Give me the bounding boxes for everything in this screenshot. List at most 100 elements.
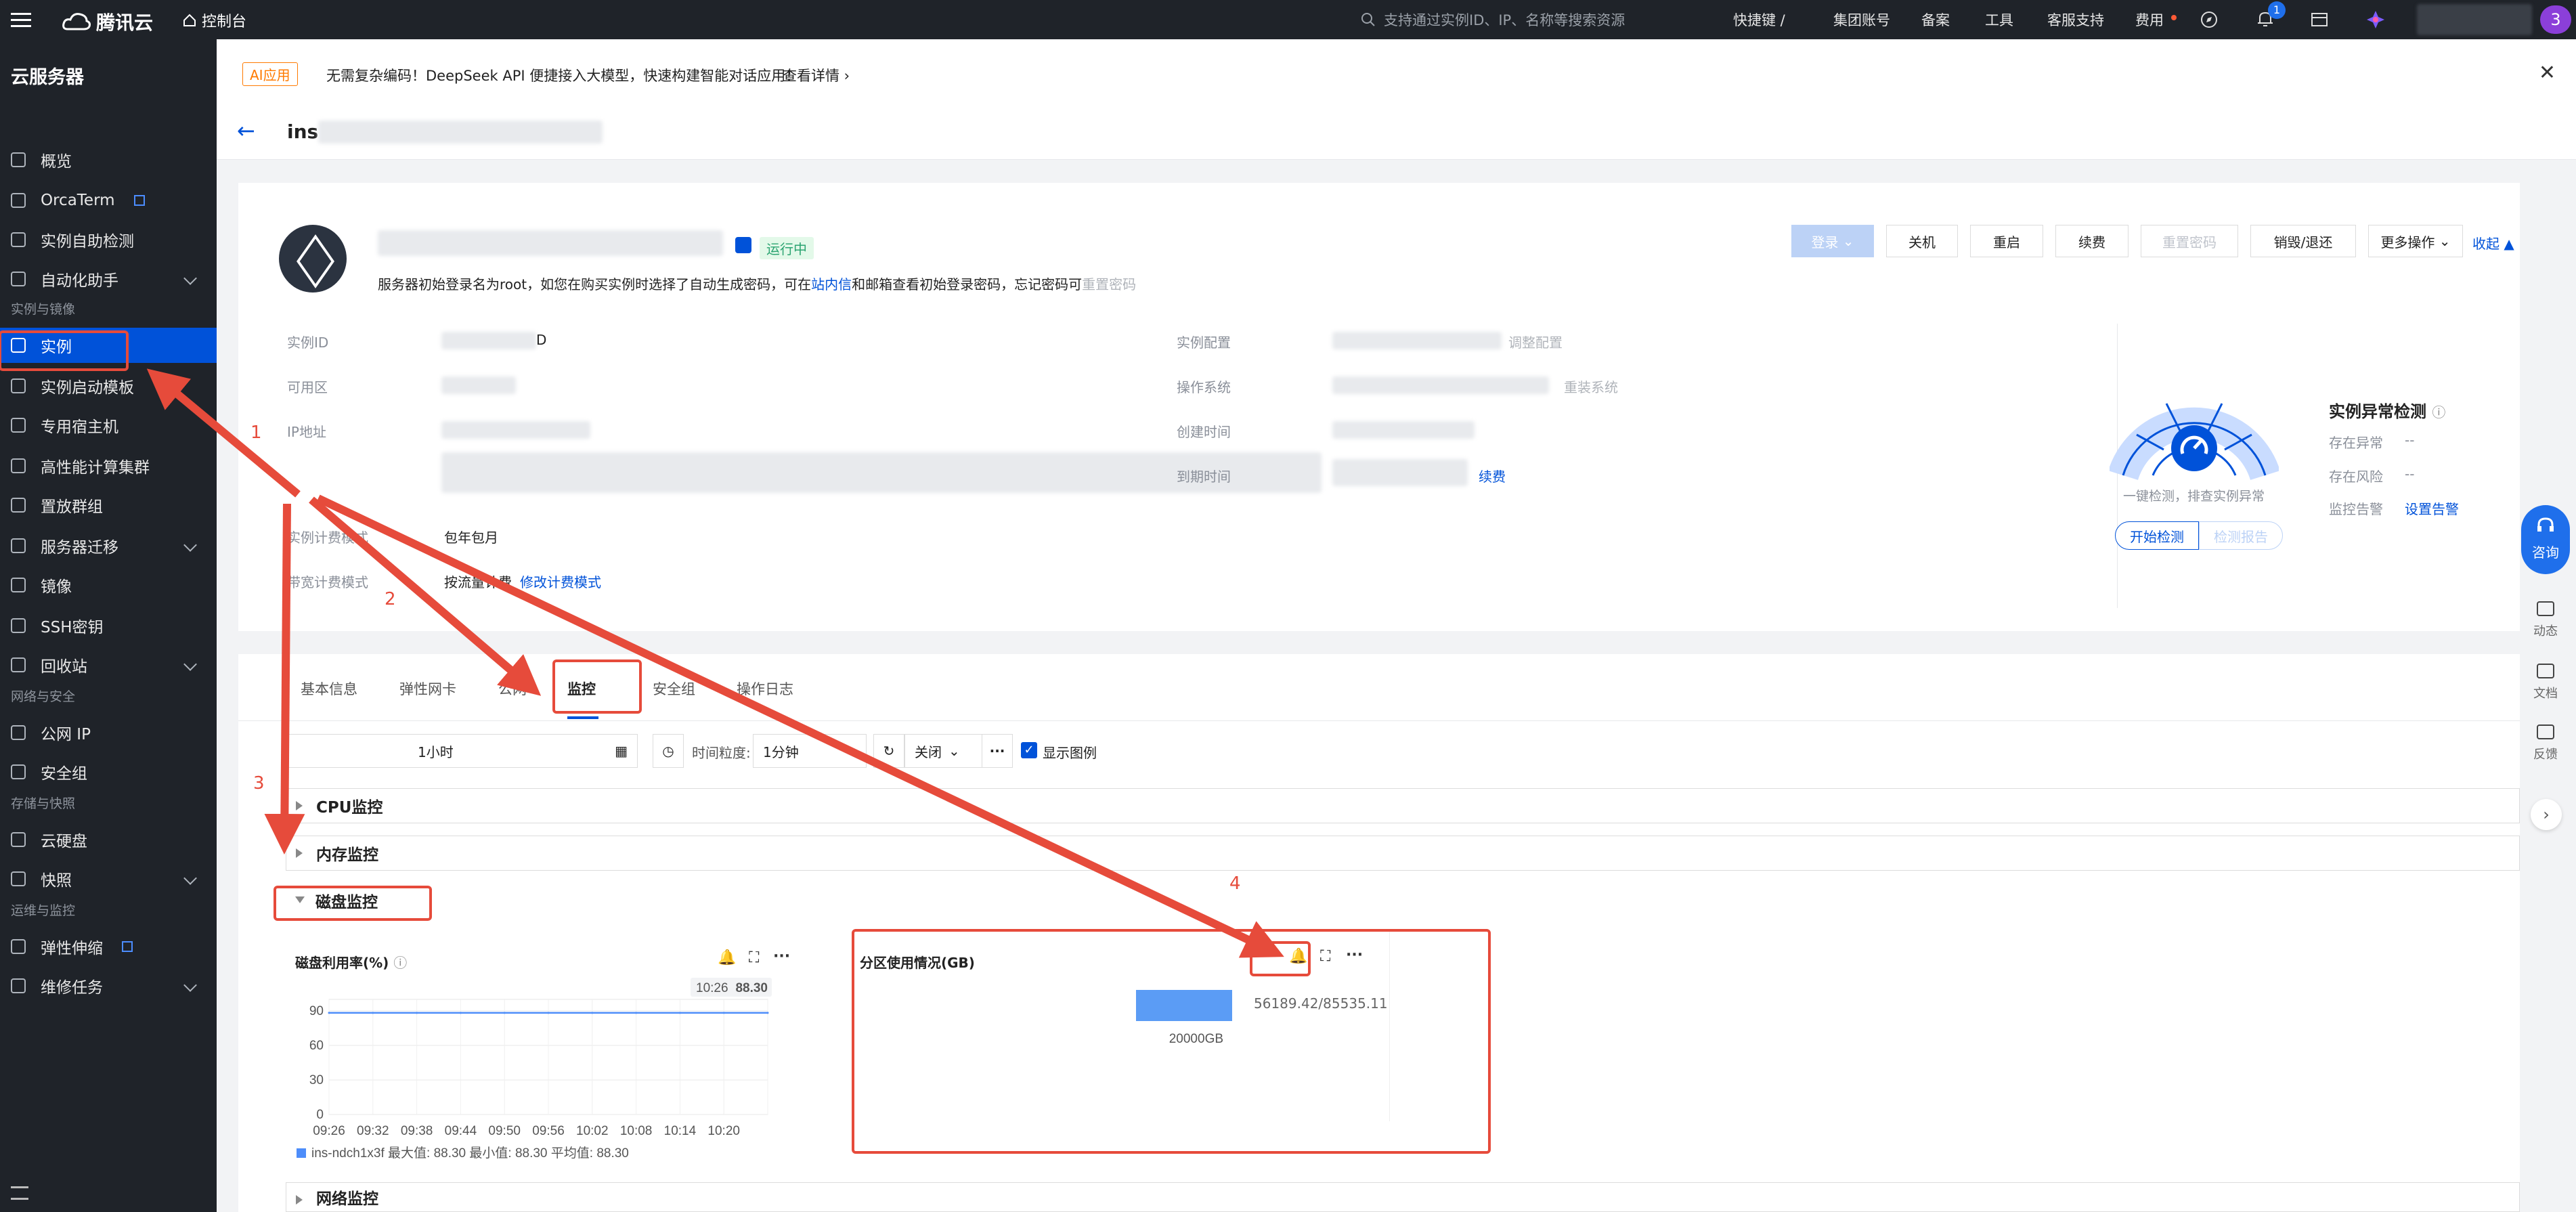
nav-beian[interactable]: 备案 [1921, 9, 1950, 30]
avatar[interactable]: 3 [2540, 5, 2571, 34]
sidebar: 云服务器 概览 OrcaTerm 实例自助检测 自动化助手 实例与镜像 实例 实… [0, 39, 217, 1212]
sidebar-item-orcaterm[interactable]: OrcaTerm [0, 183, 217, 218]
ip-label: IP地址 [287, 424, 326, 440]
brand-logo[interactable]: 腾讯云 [62, 8, 153, 35]
login-button[interactable]: 登录 ⌄ [1791, 225, 1874, 257]
sidebar-item-ssh-key[interactable]: SSH密钥 [0, 608, 217, 643]
more-icon[interactable]: ··· [773, 948, 790, 965]
tab-operation-log[interactable]: 操作日志 [737, 678, 793, 699]
renew-link[interactable]: 续费 [1479, 466, 1506, 485]
sidebar-item-dedicated-host[interactable]: 专用宿主机 [0, 408, 217, 443]
sidebar-item-self-check[interactable]: 实例自助检测 [0, 222, 217, 257]
sidebar-item-image[interactable]: 镜像 [0, 567, 217, 603]
set-alarm-link[interactable]: 设置告警 [2405, 498, 2459, 518]
renew-button[interactable]: 续费 [2055, 225, 2129, 257]
clock-button[interactable]: ◷ [653, 734, 684, 768]
sidebar-item-auto-scaling[interactable]: 弹性伸缩 [0, 929, 217, 964]
side-tool-docs[interactable]: 文档 [2518, 664, 2573, 701]
collapse-sidebar-icon[interactable] [11, 1186, 28, 1200]
start-detect-button[interactable]: 开始检测 [2115, 521, 2199, 550]
sidebar-item-snapshot[interactable]: 快照 [0, 861, 217, 896]
alarm-bell-icon[interactable]: 🔔 [718, 949, 736, 966]
nav-group-account[interactable]: 集团账号 [1833, 9, 1890, 30]
close-icon[interactable]: ✕ [2539, 61, 2556, 85]
sidebar-item-label: 实例自助检测 [41, 233, 134, 251]
reset-password-link[interactable]: 重置密码 [1082, 276, 1136, 293]
sidebar-item-security-group[interactable]: 安全组 [0, 754, 217, 789]
shutdown-button[interactable]: 关机 [1886, 225, 1958, 257]
inbox-link[interactable]: 站内信 [811, 276, 852, 293]
sidebar-item-recycle-bin[interactable]: 回收站 [0, 647, 217, 683]
sidebar-item-instance[interactable]: 实例 [0, 328, 217, 363]
legend-text: ins-ndch1x3f 最大值: 88.30 最小值: 88.30 平均值: … [311, 1146, 629, 1161]
compass-icon[interactable] [2200, 11, 2218, 28]
cloud-icon [62, 13, 91, 30]
side-tool-feedback[interactable]: 反馈 [2518, 724, 2573, 762]
destroy-button[interactable]: 销毁/退还 [2250, 225, 2356, 257]
sidebar-item-public-ip[interactable]: 公网 IP [0, 715, 217, 750]
ai-assistant-icon[interactable] [2365, 9, 2386, 30]
sidebar-item-migration[interactable]: 服务器迁移 [0, 528, 217, 563]
sidebar-item-label: 专用宿主机 [41, 418, 118, 436]
nav-support[interactable]: 客服支持 [2047, 9, 2104, 30]
section-cpu[interactable]: CPU监控 [286, 788, 2520, 823]
adjust-config-link[interactable]: 调整配置 [1508, 332, 1563, 351]
data-point [503, 1012, 506, 1014]
info-icon[interactable]: ⓘ [393, 955, 407, 971]
auto-refresh-select[interactable]: 关闭 ⌄ [904, 734, 990, 768]
console-link[interactable]: 控制台 [183, 9, 246, 31]
back-arrow-icon[interactable]: ← [237, 118, 255, 144]
sidebar-item-placement-group[interactable]: 置放群组 [0, 488, 217, 523]
more-icon[interactable]: ··· [982, 734, 1013, 768]
collapse-link[interactable]: 收起 ▲ [2472, 233, 2514, 253]
sidebar-item-maintenance[interactable]: 维修任务 [0, 968, 217, 1003]
fullscreen-icon[interactable]: ⛶ [1320, 948, 1330, 965]
menu-icon[interactable] [9, 8, 32, 31]
x-tick-label: 09:44 [445, 1124, 477, 1138]
sidebar-item-cloud-disk[interactable]: 云硬盘 [0, 822, 217, 857]
reset-password-button[interactable]: 重置密码 [2141, 225, 2238, 257]
more-actions-button[interactable]: 更多操作 ⌄ [2368, 225, 2463, 257]
nav-tools[interactable]: 工具 [1985, 9, 2013, 30]
chevron-right-icon[interactable]: › [2531, 799, 2562, 830]
sidebar-item-label: SSH密钥 [41, 619, 104, 636]
tab-basic-info[interactable]: 基本信息 [301, 678, 357, 699]
redacted-name [318, 121, 603, 144]
recycle-icon [11, 657, 26, 672]
reinstall-os-link[interactable]: 重装系统 [1564, 376, 1618, 396]
section-disk[interactable]: 磁盘监控 [286, 883, 489, 918]
global-search[interactable]: 支持通过实例ID、IP、名称等搜索资源 [1361, 7, 1672, 33]
tab-eni[interactable]: 弹性网卡 [399, 678, 456, 699]
sidebar-item-overview[interactable]: 概览 [0, 142, 217, 177]
more-icon[interactable]: ··· [1346, 947, 1363, 964]
refresh-button[interactable]: ↻ [873, 734, 904, 768]
sidebar-item-launch-template[interactable]: 实例启动模板 [0, 368, 217, 404]
sidebar-item-hpc-cluster[interactable]: 高性能计算集群 [0, 448, 217, 483]
tab-monitoring[interactable]: 监控 [567, 678, 596, 699]
shortcut-hint[interactable]: 快捷键 / [1733, 9, 1785, 30]
tab-security-group[interactable]: 安全组 [653, 678, 695, 699]
restart-button[interactable]: 重启 [1970, 225, 2043, 257]
alarm-bell-icon[interactable]: 🔔 [1289, 948, 1307, 965]
account-name[interactable] [2417, 4, 2532, 35]
tab-public-ip[interactable]: 公网 [498, 678, 527, 699]
consult-button[interactable]: 咨询 [2521, 505, 2570, 574]
detect-report-button[interactable]: 检测报告 [2199, 521, 2283, 550]
modify-billing-link[interactable]: 修改计费模式 [520, 571, 601, 591]
cart-icon[interactable] [2310, 11, 2329, 28]
show-legend-checkbox[interactable]: ✓ [1021, 742, 1037, 758]
refresh-icon: ↻ [883, 743, 895, 759]
time-range-picker[interactable]: 1小时 ▦ [286, 734, 638, 768]
sidebar-item-automation[interactable]: 自动化助手 [0, 261, 217, 297]
section-memory[interactable]: 内存监控 [286, 836, 2520, 871]
annotation-label-2: 2 [385, 589, 396, 609]
section-network[interactable]: 网络监控 [286, 1182, 2520, 1212]
fullscreen-icon[interactable]: ⛶ [749, 949, 759, 966]
banner-detail-link[interactable]: 查看详情 › [783, 65, 850, 85]
granularity-select[interactable]: 1分钟 ⌄ [753, 734, 867, 768]
nav-billing[interactable]: 费用 [2135, 9, 2164, 30]
info-icon[interactable]: ⓘ [2432, 404, 2445, 420]
clock-icon: ◷ [662, 743, 674, 759]
side-tool-news[interactable]: 动态 [2518, 601, 2573, 639]
x-tick-label: 09:32 [357, 1124, 389, 1138]
